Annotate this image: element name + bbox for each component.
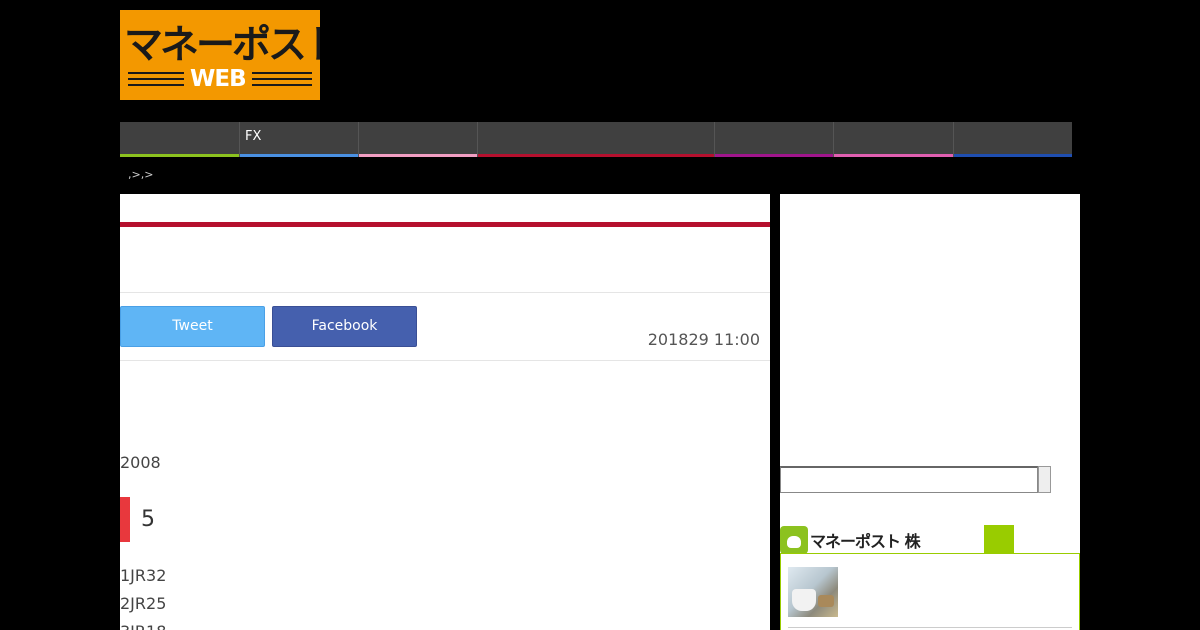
ranking-item: 1JR32 xyxy=(120,566,167,585)
divider xyxy=(120,360,770,361)
breadcrumb[interactable]: ,>,> xyxy=(128,168,153,181)
title-accent-line xyxy=(120,222,770,227)
nav-item-3[interactable] xyxy=(358,122,477,157)
nav-item-7[interactable] xyxy=(953,122,1072,157)
logo-stripe xyxy=(128,84,184,86)
logo-stripe xyxy=(128,72,184,74)
piggy-bank-image xyxy=(792,589,816,611)
nav-item-1[interactable] xyxy=(120,122,239,157)
logo-stripe xyxy=(252,84,312,86)
coin-image xyxy=(818,595,834,607)
nav-accent-bar xyxy=(834,154,953,157)
nav-item-6[interactable] xyxy=(833,122,953,157)
logo-stripe xyxy=(252,72,312,74)
nav-accent-bar xyxy=(359,154,477,157)
money-post-kabu-logo[interactable]: マネーポスト 株 xyxy=(810,528,921,552)
ranking-item: 2JR25 xyxy=(120,594,167,613)
search-button[interactable] xyxy=(1038,466,1051,493)
nav-item-label: FX xyxy=(245,129,262,144)
nav-accent-bar xyxy=(715,154,833,157)
nav-accent-bar xyxy=(478,154,714,157)
nav-accent-bar xyxy=(954,154,1072,157)
global-nav: FX xyxy=(120,122,1072,157)
nav-accent-bar xyxy=(120,154,239,157)
facebook-share-button[interactable]: Facebook xyxy=(272,306,417,347)
article-text-year: 2008 xyxy=(120,453,161,472)
site-logo[interactable]: マネーポスト WEB xyxy=(120,10,320,100)
section-heading: 5 xyxy=(141,507,155,532)
publish-date: 201829 11:00 xyxy=(647,330,760,349)
tweet-button[interactable]: Tweet xyxy=(120,306,265,347)
piggy-bank-icon xyxy=(780,526,808,554)
article-thumbnail[interactable] xyxy=(788,567,838,617)
logo-stripe xyxy=(128,78,184,80)
nav-item-4[interactable] xyxy=(477,122,714,157)
article-main: Tweet Facebook 201829 11:00 2008 5 1JR32… xyxy=(120,194,770,630)
logo-web-text: WEB xyxy=(190,66,247,92)
logo-stripe xyxy=(252,78,312,80)
divider xyxy=(788,627,1072,628)
nav-item-fx[interactable]: FX xyxy=(239,122,358,157)
heading-marker xyxy=(120,497,130,542)
kabu-tab[interactable] xyxy=(984,525,1014,554)
logo-text: マネーポスト xyxy=(124,23,320,68)
search-input[interactable] xyxy=(780,466,1038,493)
sidebar: マネーポスト 株 xyxy=(780,194,1080,630)
nav-accent-bar xyxy=(240,154,358,157)
ranking-item: 3JR18 xyxy=(120,622,166,630)
nav-item-5[interactable] xyxy=(714,122,833,157)
kabu-article-box xyxy=(780,553,1080,630)
divider xyxy=(120,292,770,293)
